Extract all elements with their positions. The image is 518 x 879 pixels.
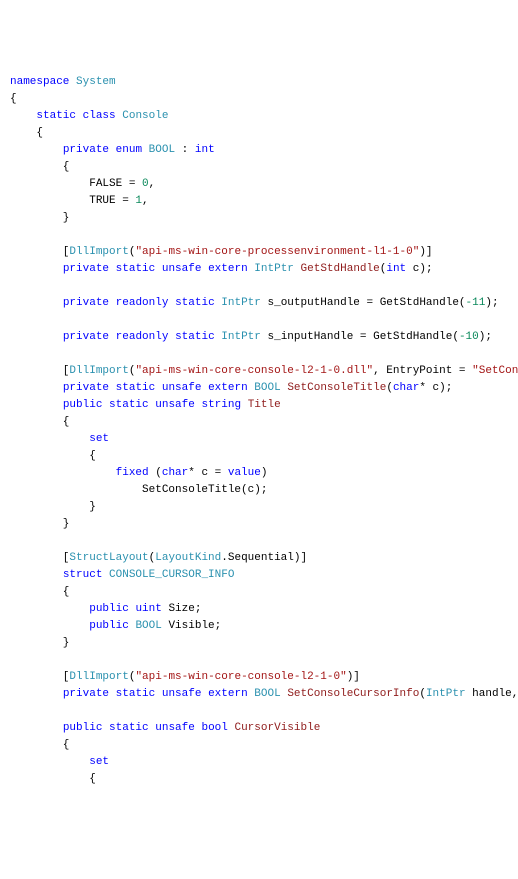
code-token: set bbox=[89, 433, 109, 445]
code-token: unsafe bbox=[155, 722, 195, 734]
code-token: SetConsoleTitle bbox=[287, 382, 386, 394]
code-token: 0 bbox=[142, 178, 149, 190]
code-token: unsafe bbox=[155, 399, 195, 411]
code-token: unsafe bbox=[162, 263, 202, 275]
code-token: static bbox=[175, 297, 215, 309]
code-token: Console bbox=[122, 110, 168, 122]
code-token: 1 bbox=[135, 195, 142, 207]
code-token: string bbox=[201, 399, 241, 411]
code-token: static bbox=[116, 688, 156, 700]
code-token: "SetConsoleTitleW" bbox=[472, 365, 518, 377]
code-token: public bbox=[89, 620, 129, 632]
code-token: struct bbox=[63, 569, 103, 581]
code-token: value bbox=[228, 467, 261, 479]
code-token: private bbox=[63, 688, 109, 700]
code-token: IntPtr bbox=[221, 331, 261, 343]
code-token: extern bbox=[208, 382, 248, 394]
code-token: BOOL bbox=[135, 620, 161, 632]
code-token: System bbox=[76, 76, 116, 88]
code-token: GetStdHandle bbox=[301, 263, 380, 275]
code-token: private bbox=[63, 263, 109, 275]
code-token: bool bbox=[201, 722, 227, 734]
code-token: static bbox=[109, 399, 149, 411]
code-token: DllImport bbox=[69, 671, 128, 683]
code-token: uint bbox=[135, 603, 161, 615]
code-token: extern bbox=[208, 688, 248, 700]
code-token: IntPtr bbox=[221, 297, 261, 309]
code-token: LayoutKind bbox=[155, 552, 221, 564]
code-token: static bbox=[109, 722, 149, 734]
code-token: static bbox=[36, 110, 76, 122]
code-token: char bbox=[393, 382, 419, 394]
code-token: DllImport bbox=[69, 365, 128, 377]
code-token: "api-ms-win-core-console-l2-1-0" bbox=[135, 671, 346, 683]
code-token: readonly bbox=[116, 331, 169, 343]
code-token: CONSOLE_CURSOR_INFO bbox=[109, 569, 234, 581]
code-token: private bbox=[63, 144, 109, 156]
code-token: "api-ms-win-core-processenvironment-l1-1… bbox=[135, 246, 419, 258]
code-token: private bbox=[63, 331, 109, 343]
code-token: extern bbox=[208, 263, 248, 275]
code-token: DllImport bbox=[69, 246, 128, 258]
code-token: BOOL bbox=[149, 144, 175, 156]
code-token: public bbox=[63, 399, 103, 411]
code-token: set bbox=[89, 756, 109, 768]
code-token: class bbox=[83, 110, 116, 122]
code-token: "api-ms-win-core-console-l2-1-0.dll" bbox=[135, 365, 373, 377]
code-block: namespace System { static class Console … bbox=[10, 74, 518, 788]
code-token: StructLayout bbox=[69, 552, 148, 564]
code-token: char bbox=[162, 467, 188, 479]
code-token: static bbox=[116, 263, 156, 275]
code-token: readonly bbox=[116, 297, 169, 309]
code-token: static bbox=[175, 331, 215, 343]
code-token: unsafe bbox=[162, 688, 202, 700]
code-token: -10 bbox=[459, 331, 479, 343]
code-token: private bbox=[63, 297, 109, 309]
code-token: int bbox=[386, 263, 406, 275]
code-token: public bbox=[63, 722, 103, 734]
code-token: -11 bbox=[466, 297, 486, 309]
code-token: IntPtr bbox=[254, 263, 294, 275]
code-token: public bbox=[89, 603, 129, 615]
code-token: private bbox=[63, 382, 109, 394]
code-token: Title bbox=[248, 399, 281, 411]
code-token: CursorVisible bbox=[234, 722, 320, 734]
code-token: IntPtr bbox=[426, 688, 466, 700]
code-token: unsafe bbox=[162, 382, 202, 394]
code-token: SetConsoleCursorInfo bbox=[287, 688, 419, 700]
code-token: int bbox=[195, 144, 215, 156]
code-token: enum bbox=[116, 144, 142, 156]
code-token: fixed bbox=[116, 467, 149, 479]
code-token: static bbox=[116, 382, 156, 394]
code-token: BOOL bbox=[254, 382, 280, 394]
code-token: BOOL bbox=[254, 688, 280, 700]
code-token: namespace bbox=[10, 76, 69, 88]
